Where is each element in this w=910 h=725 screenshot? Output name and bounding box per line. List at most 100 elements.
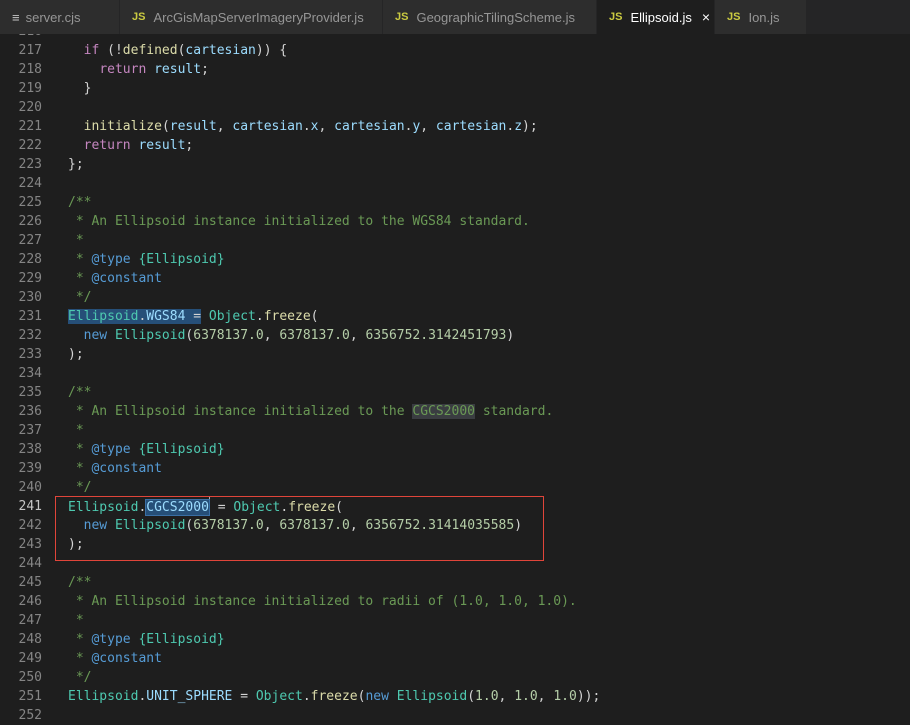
tab-geographictilingscheme-js[interactable]: JS GeographicTilingScheme.js bbox=[383, 0, 597, 34]
code-token: return bbox=[83, 138, 131, 153]
code-token: , bbox=[349, 328, 366, 343]
code-token: WGS84 bbox=[146, 309, 186, 324]
line-number: 233 bbox=[18, 347, 42, 362]
code-line: 228 * @type {Ellipsoid} bbox=[0, 250, 910, 269]
code-line: 251 Ellipsoid.UNIT_SPHERE = Object.freeze… bbox=[0, 687, 910, 706]
code-text[interactable]: Ellipsoid.WGS84 = Object.freeze( bbox=[68, 307, 319, 326]
code-line: 219 } bbox=[0, 79, 910, 98]
code-token: , bbox=[498, 689, 515, 704]
code-text[interactable]: }; bbox=[68, 155, 84, 174]
code-line: 226 * An Ellipsoid instance initialized … bbox=[0, 212, 910, 231]
code-line: 236 * An Ellipsoid instance initialized … bbox=[0, 402, 910, 421]
code-token: Object bbox=[208, 309, 256, 324]
code-line: 249 * @constant bbox=[0, 649, 910, 668]
code-token: Object bbox=[233, 500, 281, 515]
tab-server-cjs[interactable]: ≡ server.cjs bbox=[0, 0, 120, 34]
code-token: freeze bbox=[310, 689, 358, 704]
code-text[interactable]: * @constant bbox=[68, 649, 162, 668]
code-text[interactable]: * bbox=[68, 231, 84, 250]
code-line: 246 * An Ellipsoid instance initialized … bbox=[0, 592, 910, 611]
code-line: 244 bbox=[0, 554, 910, 573]
code-editor[interactable]: 216217 if (!defined(cartesian)) {218 ret… bbox=[0, 34, 910, 725]
code-text[interactable]: * @constant bbox=[68, 269, 162, 288]
code-token: new bbox=[83, 328, 108, 343]
code-token: * bbox=[68, 651, 92, 666]
code-text[interactable]: Ellipsoid.CGCS2000 = Object.freeze( bbox=[68, 497, 343, 517]
code-token: Ellipsoid bbox=[68, 500, 139, 515]
line-number: 221 bbox=[18, 119, 42, 134]
code-text[interactable]: */ bbox=[68, 288, 92, 307]
code-token: 6378137.0 bbox=[279, 518, 350, 533]
code-token: */ bbox=[68, 670, 92, 685]
code-token: /** bbox=[68, 195, 92, 210]
code-token: @constant bbox=[91, 271, 162, 286]
code-text[interactable]: * @type {Ellipsoid} bbox=[68, 440, 225, 459]
code-line: 231 Ellipsoid.WGS84 = Object.freeze( bbox=[0, 307, 910, 326]
code-token: result bbox=[169, 119, 217, 134]
js-file-icon: JS bbox=[395, 11, 409, 23]
code-text[interactable]: * An Ellipsoid instance initialized to t… bbox=[68, 402, 553, 421]
js-file-icon: JS bbox=[727, 11, 741, 23]
code-token: * An Ellipsoid instance initialized to t… bbox=[68, 404, 413, 419]
code-text[interactable]: */ bbox=[68, 478, 92, 497]
code-token: Ellipsoid bbox=[68, 309, 139, 324]
code-text[interactable]: ); bbox=[68, 345, 84, 364]
code-text[interactable]: * An Ellipsoid instance initialized to t… bbox=[68, 212, 530, 231]
line-number: 218 bbox=[18, 62, 42, 77]
code-text[interactable]: * An Ellipsoid instance initialized to r… bbox=[68, 592, 577, 611]
code-text[interactable]: new Ellipsoid(6378137.0, 6378137.0, 6356… bbox=[68, 326, 515, 345]
code-token: z bbox=[514, 119, 523, 134]
line-number: 239 bbox=[18, 461, 42, 476]
code-text[interactable]: * @type {Ellipsoid} bbox=[68, 630, 225, 649]
code-token: result bbox=[138, 138, 186, 153]
line-number: 232 bbox=[18, 328, 42, 343]
tab-ion-js[interactable]: JS Ion.js bbox=[715, 0, 807, 34]
code-token: ) bbox=[506, 328, 515, 343]
line-number: 229 bbox=[18, 271, 42, 286]
code-text[interactable]: initialize(result, cartesian.x, cartesia… bbox=[68, 117, 538, 136]
code-token: . bbox=[280, 500, 289, 515]
code-text[interactable]: ); bbox=[68, 535, 84, 554]
code-line: 233); bbox=[0, 345, 910, 364]
code-text[interactable]: /** bbox=[68, 573, 91, 592]
code-text[interactable]: return result; bbox=[68, 136, 194, 155]
code-token: CGCS2000 bbox=[145, 499, 210, 516]
close-icon[interactable]: × bbox=[702, 9, 710, 25]
code-text[interactable]: } bbox=[68, 79, 92, 98]
code-text[interactable]: * @type {Ellipsoid} bbox=[68, 250, 225, 269]
code-text[interactable]: if (!defined(cartesian)) { bbox=[68, 41, 288, 60]
code-token: . bbox=[302, 689, 311, 704]
code-token: = bbox=[185, 309, 202, 324]
code-token: ( bbox=[161, 119, 170, 134]
code-text[interactable]: * bbox=[68, 611, 84, 630]
code-text[interactable]: return result; bbox=[68, 60, 209, 79]
code-line: 221 initialize(result, cartesian.x, cart… bbox=[0, 117, 910, 136]
code-token: 6356752.31414035585 bbox=[365, 518, 515, 533]
tab-ellipsoid-js[interactable]: JS Ellipsoid.js × bbox=[597, 0, 715, 34]
code-token: if bbox=[83, 43, 100, 58]
code-line: 245 /** bbox=[0, 573, 910, 592]
js-file-icon: JS bbox=[609, 11, 623, 23]
code-token: * bbox=[68, 632, 92, 647]
code-token: freeze bbox=[263, 309, 311, 324]
code-line: 252 bbox=[0, 706, 910, 725]
code-line: 222 return result; bbox=[0, 136, 910, 155]
code-text[interactable]: /** bbox=[68, 383, 91, 402]
line-number: 247 bbox=[18, 613, 42, 628]
code-text[interactable]: * bbox=[68, 421, 84, 440]
tab-arcgismapserverimageryprovider-js[interactable]: JS ArcGisMapServerImageryProvider.js bbox=[120, 0, 383, 34]
code-text[interactable]: /** bbox=[68, 193, 91, 212]
code-token: freeze bbox=[288, 500, 336, 515]
code-token: standard. bbox=[475, 404, 554, 419]
code-text[interactable]: new Ellipsoid(6378137.0, 6378137.0, 6356… bbox=[68, 516, 522, 535]
code-token: */ bbox=[68, 480, 92, 495]
code-line: 239 * @constant bbox=[0, 459, 910, 478]
code-text[interactable]: */ bbox=[68, 668, 92, 687]
line-number: 230 bbox=[18, 290, 42, 305]
code-text[interactable]: * @constant bbox=[68, 459, 162, 478]
code-token: {Ellipsoid} bbox=[138, 632, 225, 647]
code-text[interactable]: Ellipsoid.UNIT_SPHERE = Object.freeze(ne… bbox=[68, 687, 600, 706]
